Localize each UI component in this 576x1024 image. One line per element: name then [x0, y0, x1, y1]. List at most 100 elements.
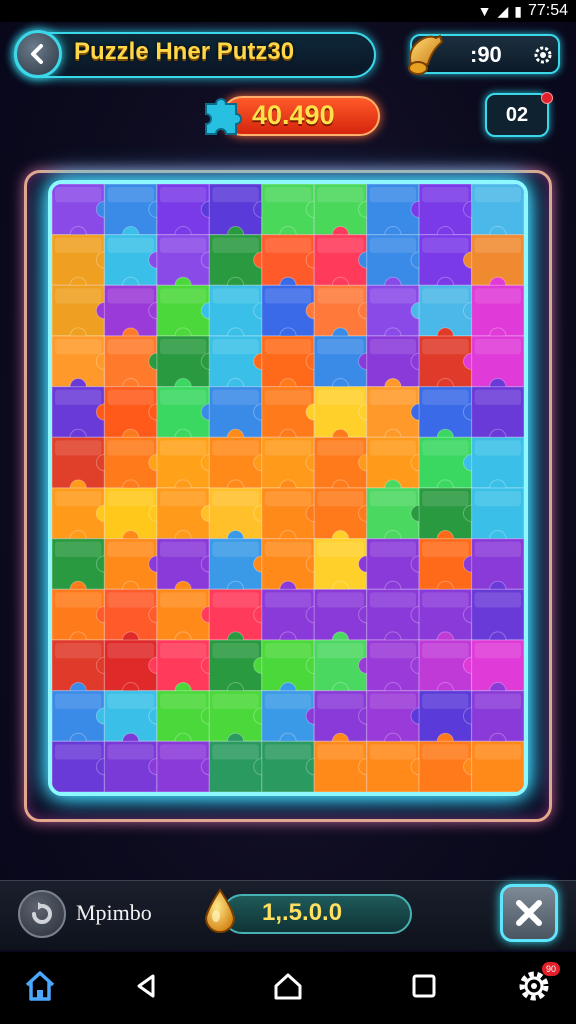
- puzzle-piece[interactable]: [261, 234, 323, 294]
- puzzle-piece[interactable]: [103, 386, 166, 446]
- puzzle-piece[interactable]: [52, 639, 114, 700]
- puzzle-piece[interactable]: [52, 284, 114, 345]
- puzzle-piece[interactable]: [261, 386, 323, 446]
- puzzle-piece[interactable]: [261, 690, 323, 750]
- puzzle-piece[interactable]: [103, 538, 166, 598]
- puzzle-piece[interactable]: [418, 284, 481, 345]
- puzzle-piece[interactable]: [208, 690, 271, 750]
- puzzle-piece[interactable]: [261, 740, 323, 792]
- hint-button[interactable]: [18, 890, 66, 938]
- puzzle-piece[interactable]: [103, 740, 166, 792]
- puzzle-piece[interactable]: [208, 386, 271, 446]
- puzzle-piece[interactable]: [208, 436, 271, 497]
- puzzle-piece[interactable]: [103, 184, 166, 244]
- puzzle-grid[interactable]: [52, 184, 524, 792]
- puzzle-piece[interactable]: [261, 335, 323, 396]
- puzzle-piece[interactable]: [366, 740, 428, 792]
- puzzle-piece[interactable]: [418, 538, 481, 598]
- puzzle-piece[interactable]: [52, 740, 114, 792]
- puzzle-piece[interactable]: [103, 436, 166, 497]
- puzzle-piece[interactable]: [313, 538, 376, 598]
- puzzle-piece[interactable]: [366, 639, 428, 700]
- puzzle-piece[interactable]: [156, 184, 218, 244]
- back-nav-button[interactable]: [126, 966, 166, 1006]
- puzzle-piece[interactable]: [470, 386, 524, 446]
- level-badge[interactable]: 02: [485, 93, 549, 137]
- puzzle-piece[interactable]: [52, 234, 114, 294]
- puzzle-piece[interactable]: [366, 184, 428, 244]
- puzzle-piece[interactable]: [470, 284, 524, 345]
- puzzle-piece[interactable]: [313, 284, 376, 345]
- puzzle-piece[interactable]: [470, 690, 524, 750]
- puzzle-piece[interactable]: [470, 538, 524, 598]
- puzzle-piece[interactable]: [261, 588, 323, 649]
- puzzle-piece[interactable]: [208, 184, 271, 244]
- puzzle-piece[interactable]: [313, 386, 376, 446]
- puzzle-piece[interactable]: [156, 740, 218, 792]
- puzzle-piece[interactable]: [52, 436, 114, 497]
- puzzle-piece[interactable]: [366, 234, 428, 294]
- puzzle-piece[interactable]: [366, 588, 428, 649]
- gear-icon[interactable]: [532, 44, 554, 66]
- puzzle-piece[interactable]: [208, 284, 271, 345]
- puzzle-board[interactable]: [48, 180, 528, 796]
- puzzle-piece[interactable]: [313, 690, 376, 750]
- puzzle-piece[interactable]: [418, 184, 481, 244]
- puzzle-piece[interactable]: [103, 234, 166, 294]
- puzzle-piece[interactable]: [52, 386, 114, 446]
- puzzle-piece[interactable]: [470, 234, 524, 294]
- puzzle-piece[interactable]: [418, 436, 481, 497]
- puzzle-piece[interactable]: [261, 538, 323, 598]
- puzzle-piece[interactable]: [470, 588, 524, 649]
- puzzle-piece[interactable]: [103, 690, 166, 750]
- puzzle-piece[interactable]: [366, 487, 428, 548]
- puzzle-piece[interactable]: [52, 335, 114, 396]
- puzzle-piece[interactable]: [418, 588, 481, 649]
- home-nav-button[interactable]: [20, 966, 60, 1006]
- puzzle-piece[interactable]: [156, 234, 218, 294]
- home-system-button[interactable]: [268, 966, 308, 1006]
- puzzle-piece[interactable]: [156, 639, 218, 700]
- puzzle-piece[interactable]: [418, 740, 481, 792]
- puzzle-piece[interactable]: [313, 335, 376, 396]
- puzzle-piece[interactable]: [261, 284, 323, 345]
- puzzle-piece[interactable]: [103, 284, 166, 345]
- puzzle-piece[interactable]: [103, 487, 166, 548]
- puzzle-piece[interactable]: [470, 639, 524, 700]
- puzzle-piece[interactable]: [208, 487, 271, 548]
- puzzle-piece[interactable]: [208, 335, 271, 396]
- puzzle-piece[interactable]: [156, 588, 218, 649]
- puzzle-piece[interactable]: [418, 335, 481, 396]
- puzzle-piece[interactable]: [418, 690, 481, 750]
- puzzle-piece[interactable]: [208, 234, 271, 294]
- puzzle-piece[interactable]: [418, 234, 481, 294]
- puzzle-piece[interactable]: [103, 335, 166, 396]
- puzzle-piece[interactable]: [313, 436, 376, 497]
- puzzle-piece[interactable]: [52, 690, 114, 750]
- puzzle-piece[interactable]: [208, 639, 271, 700]
- puzzle-piece[interactable]: [156, 284, 218, 345]
- puzzle-piece[interactable]: [313, 588, 376, 649]
- puzzle-piece[interactable]: [52, 487, 114, 548]
- puzzle-piece[interactable]: [52, 184, 114, 244]
- puzzle-piece[interactable]: [470, 436, 524, 497]
- puzzle-piece[interactable]: [470, 184, 524, 244]
- puzzle-piece[interactable]: [366, 386, 428, 446]
- puzzle-piece[interactable]: [313, 234, 376, 294]
- puzzle-piece[interactable]: [261, 436, 323, 497]
- puzzle-piece[interactable]: [418, 386, 481, 446]
- close-button[interactable]: [500, 884, 558, 942]
- puzzle-piece[interactable]: [366, 436, 428, 497]
- puzzle-piece[interactable]: [313, 184, 376, 244]
- puzzle-piece[interactable]: [156, 335, 218, 396]
- puzzle-piece[interactable]: [208, 538, 271, 598]
- puzzle-piece[interactable]: [261, 639, 323, 700]
- puzzle-piece[interactable]: [470, 335, 524, 396]
- puzzle-piece[interactable]: [156, 690, 218, 750]
- puzzle-piece[interactable]: [208, 588, 271, 649]
- puzzle-piece[interactable]: [52, 538, 114, 598]
- puzzle-piece[interactable]: [103, 639, 166, 700]
- puzzle-piece[interactable]: [261, 184, 323, 244]
- back-button[interactable]: [14, 30, 62, 78]
- puzzle-piece[interactable]: [366, 335, 428, 396]
